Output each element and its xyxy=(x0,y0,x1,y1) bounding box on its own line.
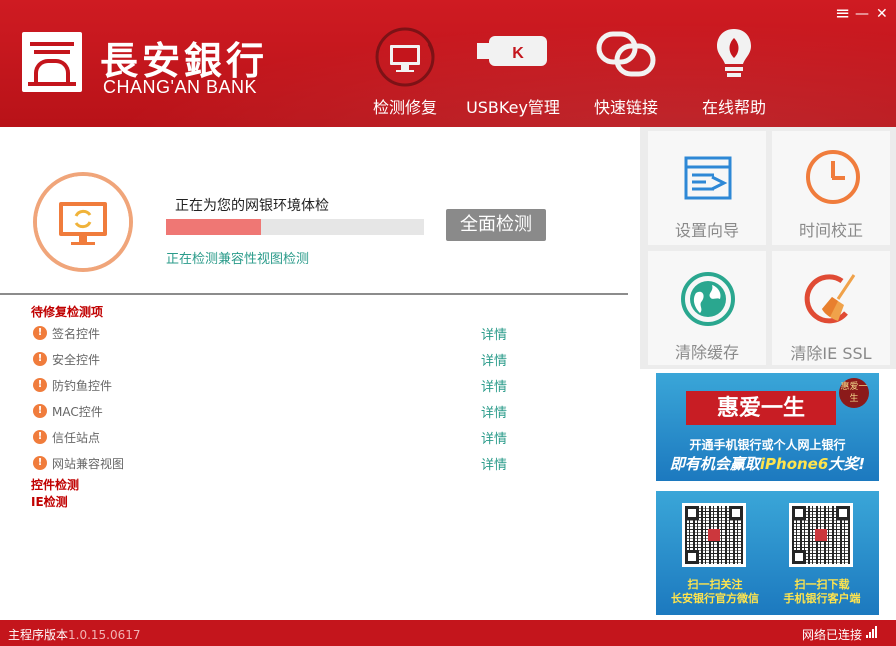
detail-link[interactable]: 详情 xyxy=(481,402,507,421)
item-name: 网站兼容视图 xyxy=(52,457,125,471)
warning-icon: ! xyxy=(33,326,47,340)
qr-banner: 扫一扫关注 长安银行官方微信 扫一扫下载 手机银行客户端 xyxy=(656,491,879,615)
warning-icon: ! xyxy=(33,378,47,392)
setup-wizard-icon xyxy=(684,155,732,207)
version-number: 1.0.15.0617 xyxy=(68,628,141,642)
lightbulb-icon xyxy=(714,26,754,84)
promo-line1: 开通手机银行或个人网上银行 xyxy=(689,438,846,452)
link-icon xyxy=(593,28,659,84)
promo-line2: 即有机会赢取iPhone6大奖! xyxy=(656,453,879,474)
tile-setup-wizard[interactable]: 设置向导 xyxy=(648,131,766,245)
check-title: 正在为您的网银环境体检 xyxy=(175,198,329,214)
qr2-caption-line1: 扫一扫下载 xyxy=(794,578,850,591)
tile-label: 设置向导 xyxy=(674,221,739,240)
minimize-button[interactable]: — xyxy=(855,4,869,24)
qr2-caption: 扫一扫下载 手机银行客户端 xyxy=(767,578,877,606)
tile-label: 清除缓存 xyxy=(674,343,739,362)
nav-quick-links[interactable]: 快速链接 xyxy=(586,0,666,127)
check-status-icon xyxy=(37,176,129,268)
nav-label: 检测修复 xyxy=(372,98,437,117)
tile-clear-ie-ssl[interactable]: 清除IE SSL xyxy=(772,251,890,365)
close-button[interactable]: ✕ xyxy=(876,4,888,24)
version-info: 主程序版本1.0.15.0617 xyxy=(8,626,141,643)
signal-icon xyxy=(866,626,878,638)
detail-link[interactable]: 详情 xyxy=(481,454,507,473)
promo-title: 惠爱一生 xyxy=(686,391,836,425)
bank-logo-icon xyxy=(22,32,82,92)
nav-label: 在线帮助 xyxy=(701,98,766,117)
list-item: ! 信任站点 详情 xyxy=(33,427,533,447)
network-status: 网络已连接 xyxy=(801,628,862,642)
detail-link[interactable]: 详情 xyxy=(481,324,507,343)
version-label: 主程序版本 xyxy=(8,628,69,642)
promo-badge: 惠爱一生 xyxy=(839,378,869,408)
full-check-button[interactable]: 全面检测 xyxy=(446,209,546,241)
warning-icon: ! xyxy=(33,352,47,366)
qr1-caption: 扫一扫关注 长安银行官方微信 xyxy=(660,578,770,606)
status-bar: 主程序版本1.0.15.0617 网络已连接 xyxy=(0,620,896,646)
nav-online-help[interactable]: 在线帮助 xyxy=(694,0,774,127)
monitor-refresh-icon xyxy=(374,26,436,92)
warning-icon: ! xyxy=(33,456,47,470)
item-name: 签名控件 xyxy=(52,327,101,341)
list-item: ! 防钓鱼控件 详情 xyxy=(33,375,533,395)
tile-label: 时间校正 xyxy=(798,221,863,240)
item-name: 安全控件 xyxy=(52,353,101,367)
list-item: ! 安全控件 详情 xyxy=(33,349,533,369)
header-bar: 長安銀行 CHANG'AN BANK ≡ — ✕ 检测修复 K USBKey管理… xyxy=(0,0,896,127)
promo-banner[interactable]: 惠爱一生 惠爱一生 开通手机银行或个人网上银行 即有机会赢取iPhone6大奖! xyxy=(656,373,879,481)
usbkey-icon: K xyxy=(475,34,551,72)
svg-text:K: K xyxy=(512,45,524,62)
list-item: ! 签名控件 详情 xyxy=(33,323,533,343)
list-item: ! MAC控件 详情 xyxy=(33,401,533,421)
list-item: ! 网站兼容视图 详情 xyxy=(33,453,533,473)
nav-check-repair[interactable]: 检测修复 xyxy=(362,0,448,127)
menu-icon[interactable]: ≡ xyxy=(835,4,850,24)
warning-icon: ! xyxy=(33,430,47,444)
nav-label: USBKey管理 xyxy=(466,98,560,117)
check-progress-bar xyxy=(166,219,424,235)
nav-usbkey[interactable]: K USBKey管理 xyxy=(462,0,564,127)
promo-line2-c: 大奖! xyxy=(828,455,866,473)
ie-check-heading: IE检测 xyxy=(31,495,68,509)
qr2-caption-line2: 手机银行客户端 xyxy=(783,592,861,605)
globe-icon xyxy=(680,271,736,331)
app-download-qr-icon xyxy=(789,503,853,567)
control-check-heading: 控件检测 xyxy=(31,478,80,492)
warning-icon: ! xyxy=(33,404,47,418)
broom-icon xyxy=(802,269,862,333)
detail-link[interactable]: 详情 xyxy=(481,350,507,369)
qr1-caption-line1: 扫一扫关注 xyxy=(687,578,743,591)
bank-name-en: CHANG'AN BANK xyxy=(103,77,257,97)
tools-panel: 设置向导 时间校正 清除缓存 清除IE SSL xyxy=(640,127,896,369)
tile-label: 清除IE SSL xyxy=(790,344,872,363)
item-name: 信任站点 xyxy=(52,431,101,445)
progress-fill xyxy=(166,219,262,235)
promo-line2-b: iPhone6 xyxy=(759,455,829,473)
pending-items-heading: 待修复检测项 xyxy=(31,305,104,319)
promo-line2-a: 即有机会赢取 xyxy=(669,455,760,473)
nav-label: 快速链接 xyxy=(593,98,658,117)
qr1-caption-line2: 长安银行官方微信 xyxy=(671,592,759,605)
detail-link[interactable]: 详情 xyxy=(481,428,507,447)
wechat-qr-icon xyxy=(682,503,746,567)
divider xyxy=(0,293,628,295)
detail-link[interactable]: 详情 xyxy=(481,376,507,395)
item-name: 防钓鱼控件 xyxy=(52,379,113,393)
tile-time-sync[interactable]: 时间校正 xyxy=(772,131,890,245)
clock-icon xyxy=(805,149,861,209)
tile-clear-cache[interactable]: 清除缓存 xyxy=(648,251,766,365)
item-name: MAC控件 xyxy=(52,405,103,419)
check-status-text: 正在检测兼容性视图检测 xyxy=(166,252,310,267)
